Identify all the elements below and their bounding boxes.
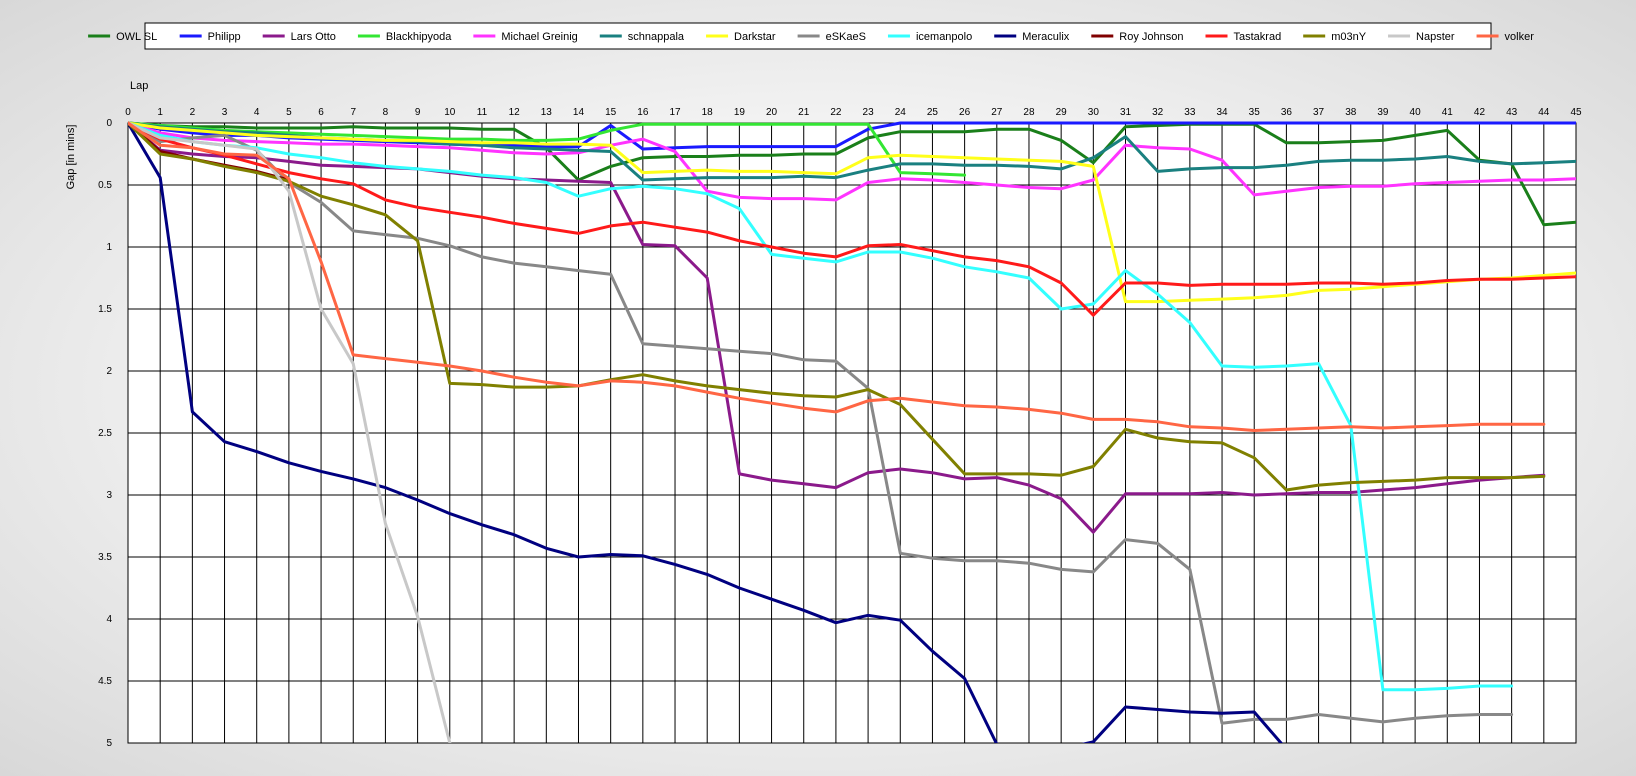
- legend-entry: schnappala: [628, 31, 685, 43]
- x-tick-label: 17: [669, 107, 681, 118]
- x-tick-label: 7: [350, 107, 356, 118]
- legend-entry: OWL SL: [116, 31, 157, 43]
- legend-entry: Roy Johnson: [1119, 31, 1183, 43]
- x-tick-label: 45: [1570, 107, 1582, 118]
- legend-entry: Napster: [1416, 31, 1455, 43]
- x-tick-label: 22: [830, 107, 842, 118]
- legend-entry: Michael Greinig: [501, 31, 577, 43]
- x-tick-label: 13: [541, 107, 553, 118]
- x-tick-label: 41: [1442, 107, 1454, 118]
- x-tick-label: 6: [318, 107, 324, 118]
- y-tick-label: 3: [106, 490, 112, 501]
- x-tick-label: 36: [1281, 107, 1293, 118]
- x-tick-label: 38: [1345, 107, 1357, 118]
- y-tick-label: 4.5: [98, 676, 112, 687]
- x-tick-label: 19: [734, 107, 746, 118]
- x-tick-label: 42: [1474, 107, 1486, 118]
- x-tick-label: 40: [1410, 107, 1422, 118]
- x-tick-label: 44: [1538, 107, 1550, 118]
- x-tick-label: 35: [1249, 107, 1261, 118]
- x-tick-label: 25: [927, 107, 939, 118]
- legend-entry: eSKaeS: [826, 31, 866, 43]
- x-tick-label: 14: [573, 107, 585, 118]
- y-tick-label: 3.5: [98, 552, 112, 563]
- x-tick-label: 34: [1216, 107, 1228, 118]
- gap-chart: OWL SL Philipp Lars Otto Blackhipyoda Michae…: [65, 22, 1582, 749]
- x-tick-label: 0: [125, 107, 131, 118]
- legend-entry: Lars Otto: [291, 31, 336, 43]
- x-tick-label: 3: [222, 107, 228, 118]
- legend-entry: volker: [1505, 31, 1535, 43]
- x-tick-label: 26: [959, 107, 971, 118]
- x-tick-label: 39: [1377, 107, 1389, 118]
- x-tick-label: 43: [1506, 107, 1518, 118]
- x-tick-label: 30: [1088, 107, 1100, 118]
- x-tick-label: 23: [863, 107, 875, 118]
- legend-entry: icemanpolo: [916, 31, 972, 43]
- x-tick-label: 5: [286, 107, 292, 118]
- x-tick-label: 37: [1313, 107, 1325, 118]
- y-tick-label: 4: [106, 614, 112, 625]
- legend-entry: Tastakrad: [1234, 31, 1282, 43]
- x-tick-label: 8: [383, 107, 389, 118]
- y-tick-label: 2.5: [98, 428, 112, 439]
- y-axis-ticks: 0 0.5 1 1.5 2 2.5 3 3.5 4 4.5 5: [98, 118, 112, 749]
- y-tick-label: 0.5: [98, 180, 112, 191]
- legend-entry: Philipp: [208, 31, 241, 43]
- x-tick-label: 32: [1152, 107, 1164, 118]
- x-tick-label: 10: [444, 107, 456, 118]
- x-tick-label: 11: [477, 107, 488, 118]
- x-tick-label: 20: [766, 107, 778, 118]
- x-tick-label: 2: [190, 107, 196, 118]
- y-tick-label: 5: [106, 738, 112, 749]
- legend-entry: Darkstar: [734, 31, 776, 43]
- x-tick-label: 16: [637, 107, 649, 118]
- y-tick-label: 1: [106, 242, 112, 253]
- x-tick-label: 1: [157, 107, 163, 118]
- x-tick-label: 12: [509, 107, 521, 118]
- x-tick-label: 33: [1184, 107, 1196, 118]
- x-tick-label: 9: [415, 107, 421, 118]
- legend-entry: Meraculix: [1022, 31, 1070, 43]
- x-tick-label: 27: [991, 107, 1003, 118]
- y-axis-label: Gap [in mins]: [65, 125, 77, 190]
- x-axis-ticks: 0 1 2 3 4 5 6 7 8 9 10 11 12 13 14 15 16 17 18 19 20 21 22 23 24…: [125, 107, 1582, 118]
- y-tick-label: 0: [106, 118, 112, 129]
- legend-entry: m03nY: [1331, 31, 1367, 43]
- x-tick-label: 24: [895, 107, 907, 118]
- x-tick-label: 4: [254, 107, 260, 118]
- x-tick-label: 15: [605, 107, 617, 118]
- x-axis-label: Lap: [130, 80, 148, 92]
- y-tick-label: 1.5: [98, 304, 112, 315]
- x-tick-label: 18: [702, 107, 714, 118]
- x-tick-label: 31: [1120, 107, 1132, 118]
- legend: OWL SL Philipp Lars Otto Blackhipyoda Michae…: [88, 22, 1535, 50]
- legend-entry: Blackhipyoda: [386, 31, 452, 43]
- x-tick-label: 29: [1056, 107, 1068, 118]
- x-tick-label: 28: [1023, 107, 1035, 118]
- x-tick-label: 21: [798, 107, 810, 118]
- y-tick-label: 2: [106, 366, 112, 377]
